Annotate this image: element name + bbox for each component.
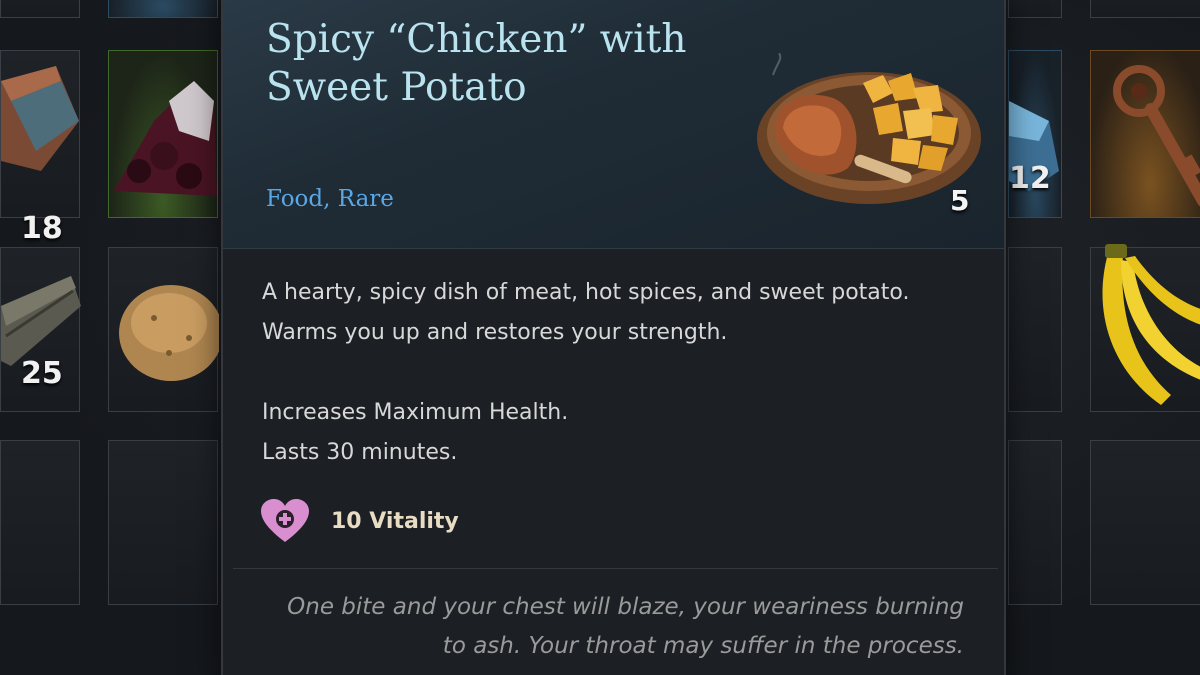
inventory-slot-top-partial[interactable] <box>108 0 218 18</box>
flavor-text-line: One bite and your chest will blaze, your… <box>287 594 964 659</box>
stat-row: 10 Vitality <box>259 498 459 544</box>
inventory-slot[interactable] <box>1090 244 1200 412</box>
inventory-slot[interactable] <box>108 50 218 218</box>
inventory-slot[interactable] <box>0 440 80 605</box>
inventory-slot-top-partial[interactable] <box>1090 0 1200 18</box>
rusty-metal-ingot-icon <box>1 66 79 171</box>
item-category: Food, Rare <box>266 186 394 212</box>
inventory-slot[interactable] <box>108 440 218 605</box>
inventory-slot[interactable] <box>1090 50 1200 218</box>
effect-line: Lasts 30 minutes. <box>262 440 458 465</box>
item-tooltip: Spicy “Chicken” with Sweet Potato Food, … <box>221 0 1006 675</box>
banana-bunch-icon <box>1102 244 1200 405</box>
inventory-slot[interactable]: 18 <box>0 50 80 246</box>
heart-plus-icon <box>261 499 309 542</box>
game-inventory-screen: 18 25 12 Spicy “Chicken” with Sweet Pota… <box>0 0 1200 675</box>
tooltip-header: Spicy “Chicken” with Sweet Potato Food, … <box>223 0 1004 249</box>
item-count: 12 <box>1009 161 1051 196</box>
effect-line: Increases Maximum Health. <box>262 400 569 425</box>
flavor-text: One bite and your chest will blaze, your… <box>264 588 964 666</box>
inventory-slot[interactable] <box>1008 440 1062 605</box>
inventory-slot[interactable] <box>108 247 219 412</box>
inventory-slot[interactable]: 12 <box>1008 50 1062 218</box>
item-stack-count: 5 <box>950 184 970 217</box>
inventory-slot-top-partial[interactable] <box>1008 0 1062 18</box>
item-description: A hearty, spicy dish of meat, hot spices… <box>262 273 962 353</box>
divider <box>233 568 998 569</box>
inventory-slot[interactable] <box>1090 440 1200 605</box>
item-count: 25 <box>21 356 63 391</box>
item-effects: Increases Maximum Health. Lasts 30 minut… <box>262 393 568 473</box>
ornate-key-icon <box>1113 65 1200 207</box>
inventory-slot-top-partial[interactable] <box>0 0 80 18</box>
inventory-slot[interactable]: 25 <box>0 247 81 412</box>
stat-label: 10 Vitality <box>331 508 459 534</box>
item-count: 18 <box>21 211 63 246</box>
dark-berry-pile-icon <box>114 81 217 196</box>
description-text: A hearty, spicy dish of meat, hot spices… <box>262 280 910 345</box>
item-name: Spicy “Chicken” with Sweet Potato <box>266 17 687 110</box>
potato-icon <box>119 285 219 381</box>
inventory-slot[interactable] <box>1008 247 1062 412</box>
